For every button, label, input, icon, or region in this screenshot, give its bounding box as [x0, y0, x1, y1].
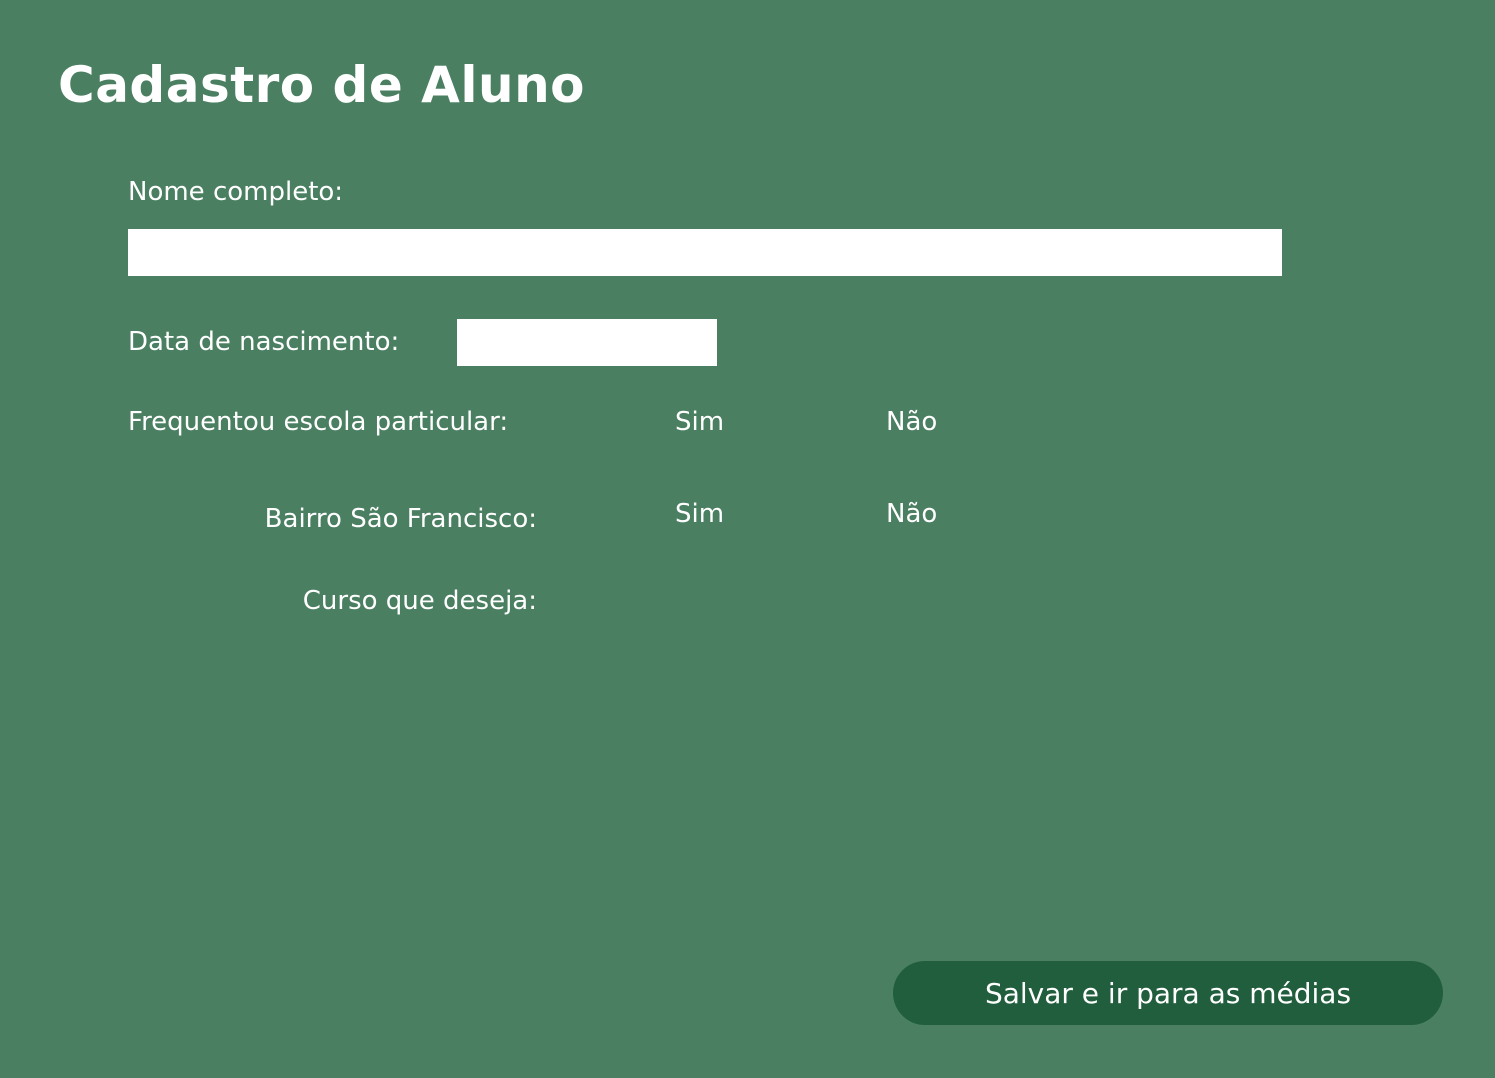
student-registration-page: Cadastro de Aluno Nome completo: Data de…: [0, 0, 1495, 1078]
full-name-input[interactable]: [128, 229, 1282, 276]
full-name-label: Nome completo:: [128, 177, 344, 207]
private-school-option-no[interactable]: Não: [886, 405, 937, 439]
course-label: Curso que deseja:: [302, 586, 537, 616]
private-school-label: Frequentou escola particular:: [128, 407, 509, 437]
birth-date-input[interactable]: [457, 319, 717, 366]
birth-date-label: Data de nascimento:: [128, 327, 400, 357]
neighborhood-label: Bairro São Francisco:: [264, 504, 537, 534]
private-school-option-yes[interactable]: Sim: [675, 405, 724, 439]
neighborhood-option-yes[interactable]: Sim: [675, 497, 724, 531]
neighborhood-option-no[interactable]: Não: [886, 497, 937, 531]
save-and-go-to-averages-button[interactable]: Salvar e ir para as médias: [893, 961, 1443, 1025]
page-title: Cadastro de Aluno: [58, 56, 586, 114]
